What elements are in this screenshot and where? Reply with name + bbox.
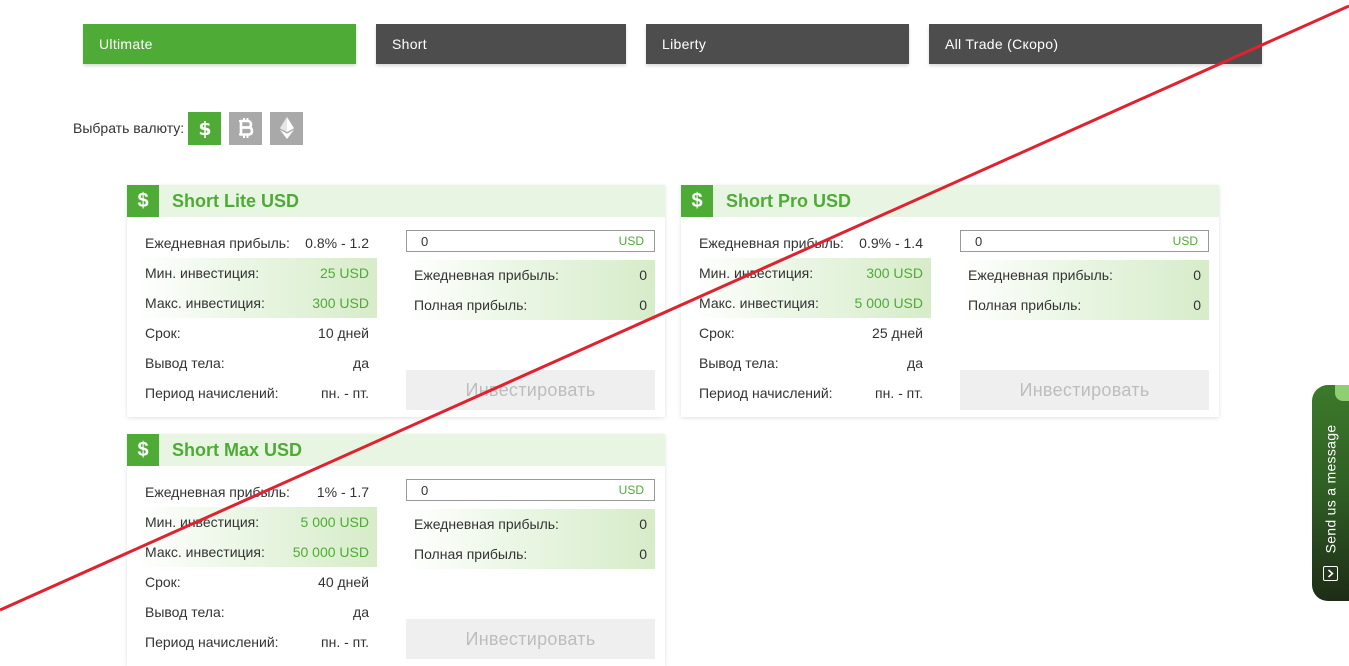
max-invest-value: 300 USD	[312, 295, 369, 311]
amount-value: 0	[975, 233, 983, 249]
withdraw-value: да	[353, 355, 369, 371]
dollar-icon: $	[198, 118, 211, 138]
calc-total-value: 0	[1193, 297, 1201, 313]
withdraw-value: да	[353, 604, 369, 620]
calc-daily-row: Ежедневная прибыль: 0	[406, 260, 655, 290]
calc-total-value: 0	[639, 297, 647, 313]
plan-card-short-max: $ Short Max USD Ежедневная прибыль: 1% -…	[127, 434, 665, 666]
min-invest-row: Мин. инвестиция: 300 USD	[691, 258, 931, 288]
ethereum-icon	[279, 117, 294, 139]
period-row: Период начислений: пн. - пт.	[145, 385, 369, 401]
max-invest-row: Макс. инвестиция: 5 000 USD	[691, 288, 931, 318]
withdraw-value: да	[907, 355, 923, 371]
calc-daily-value: 0	[639, 516, 647, 532]
card-title: Short Pro USD	[726, 190, 852, 211]
period-value: пн. - пт.	[321, 634, 369, 650]
dollar-icon: $	[127, 434, 159, 466]
currency-btc-button[interactable]	[229, 111, 263, 145]
period-row: Период начислений: пн. - пт.	[699, 385, 923, 401]
period-value: пн. - пт.	[321, 385, 369, 401]
withdraw-row: Вывод тела: да	[699, 355, 923, 371]
min-invest-value: 5 000 USD	[300, 514, 369, 530]
profit-calculator: 0 USD Ежедневная прибыль: 0 Полная прибы…	[406, 477, 655, 659]
calc-total-row: Полная прибыль: 0	[960, 290, 1209, 320]
daily-profit-row: Ежедневная прибыль: 0.8% - 1.2	[145, 235, 369, 251]
invest-button[interactable]: Инвестировать	[406, 370, 655, 410]
card-title: Short Lite USD	[172, 190, 300, 211]
period-value: пн. - пт.	[875, 385, 923, 401]
amount-input[interactable]: 0 USD	[960, 230, 1209, 252]
max-invest-value: 50 000 USD	[292, 544, 369, 560]
term-row: Срок: 25 дней	[699, 325, 923, 341]
invest-button[interactable]: Инвестировать	[406, 619, 655, 659]
currency-eth-button[interactable]	[270, 111, 304, 145]
bitcoin-icon	[238, 118, 253, 138]
max-invest-row: Макс. инвестиция: 300 USD	[137, 288, 377, 318]
amount-input[interactable]: 0 USD	[406, 479, 655, 501]
daily-profit-value: 1% - 1.7	[316, 484, 369, 500]
calc-daily-value: 0	[1193, 267, 1201, 283]
calc-total-value: 0	[639, 546, 647, 562]
max-invest-row: Макс. инвестиция: 50 000 USD	[137, 537, 377, 567]
widget-label: Send us a message	[1322, 424, 1339, 554]
svg-text:$: $	[198, 118, 211, 138]
plan-details: Ежедневная прибыль: 1% - 1.7 Мин. инвест…	[137, 477, 377, 659]
min-invest-row: Мин. инвестиция: 25 USD	[137, 258, 377, 288]
calc-total-row: Полная прибыль: 0	[406, 539, 655, 569]
min-invest-row: Мин. инвестиция: 5 000 USD	[137, 507, 377, 537]
withdraw-row: Вывод тела: да	[145, 355, 369, 371]
chevron-right-icon	[1323, 566, 1338, 581]
card-header: $ Short Pro USD	[681, 185, 1219, 217]
tab-short[interactable]: Short	[376, 24, 626, 64]
amount-unit: USD	[618, 234, 644, 248]
currency-selector: Выбрать валюту: $	[73, 111, 304, 145]
dollar-icon: $	[681, 185, 713, 217]
profit-calculator: 0 USD Ежедневная прибыль: 0 Полная прибы…	[960, 228, 1209, 410]
term-value: 25 дней	[872, 325, 923, 341]
currency-label: Выбрать валюту:	[73, 120, 185, 136]
card-title: Short Max USD	[172, 439, 303, 460]
dollar-icon: $	[127, 185, 159, 217]
plan-details: Ежедневная прибыль: 0.8% - 1.2 Мин. инве…	[137, 228, 377, 410]
daily-profit-row: Ежедневная прибыль: 0.9% - 1.4	[699, 235, 923, 251]
calc-total-row: Полная прибыль: 0	[406, 290, 655, 320]
amount-input[interactable]: 0 USD	[406, 230, 655, 252]
tab-liberty[interactable]: Liberty	[646, 24, 909, 64]
amount-unit: USD	[1172, 234, 1198, 248]
invest-button[interactable]: Инвестировать	[960, 370, 1209, 410]
tab-all-trade[interactable]: All Trade (Скоро)	[929, 24, 1262, 64]
min-invest-value: 300 USD	[866, 265, 923, 281]
max-invest-value: 5 000 USD	[854, 295, 923, 311]
profit-calculator: 0 USD Ежедневная прибыль: 0 Полная прибы…	[406, 228, 655, 410]
card-body: Ежедневная прибыль: 0.8% - 1.2 Мин. инве…	[127, 217, 665, 410]
card-body: Ежедневная прибыль: 0.9% - 1.4 Мин. инве…	[681, 217, 1219, 410]
plan-card-short-lite: $ Short Lite USD Ежедневная прибыль: 0.8…	[127, 185, 665, 417]
calc-daily-row: Ежедневная прибыль: 0	[960, 260, 1209, 290]
term-value: 10 дней	[318, 325, 369, 341]
card-body: Ежедневная прибыль: 1% - 1.7 Мин. инвест…	[127, 466, 665, 659]
daily-profit-row: Ежедневная прибыль: 1% - 1.7	[145, 484, 369, 500]
card-header: $ Short Max USD	[127, 434, 665, 466]
widget-fold	[1335, 385, 1349, 401]
currency-usd-button[interactable]: $	[188, 111, 222, 145]
amount-value: 0	[421, 482, 429, 498]
term-value: 40 дней	[318, 574, 369, 590]
amount-unit: USD	[618, 483, 644, 497]
min-invest-value: 25 USD	[319, 265, 369, 281]
plan-card-short-pro: $ Short Pro USD Ежедневная прибыль: 0.9%…	[681, 185, 1219, 417]
term-row: Срок: 40 дней	[145, 574, 369, 590]
card-header: $ Short Lite USD	[127, 185, 665, 217]
period-row: Период начислений: пн. - пт.	[145, 634, 369, 650]
withdraw-row: Вывод тела: да	[145, 604, 369, 620]
daily-profit-value: 0.9% - 1.4	[859, 235, 923, 251]
calc-daily-value: 0	[639, 267, 647, 283]
send-message-widget[interactable]: Send us a message	[1312, 385, 1349, 601]
daily-profit-value: 0.8% - 1.2	[305, 235, 369, 251]
plan-details: Ежедневная прибыль: 0.9% - 1.4 Мин. инве…	[691, 228, 931, 410]
calc-daily-row: Ежедневная прибыль: 0	[406, 509, 655, 539]
tab-ultimate[interactable]: Ultimate	[83, 24, 356, 64]
amount-value: 0	[421, 233, 429, 249]
term-row: Срок: 10 дней	[145, 325, 369, 341]
